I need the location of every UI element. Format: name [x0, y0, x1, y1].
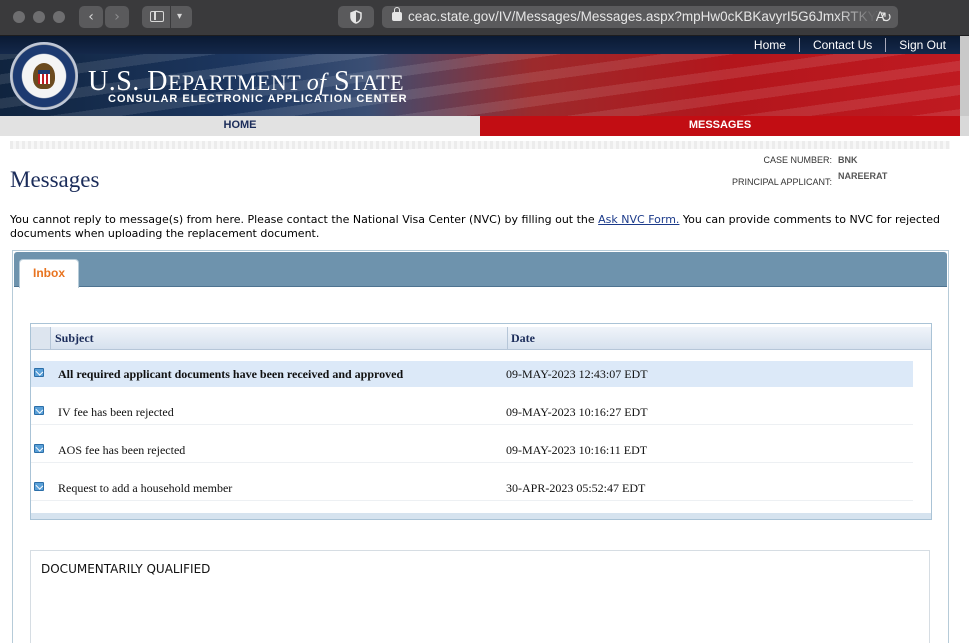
table-row[interactable]: AOS fee has been rejected 09-MAY-2023 10… — [31, 437, 913, 463]
message-date: 30-APR-2023 05:52:47 EDT — [506, 481, 646, 495]
message-subject[interactable]: Request to add a household member — [58, 481, 232, 496]
subject-column-header[interactable]: Subject — [52, 327, 508, 349]
nav-messages-tab[interactable]: MESSAGES — [480, 116, 960, 136]
utility-links: Home Contact Us Sign Out — [741, 38, 946, 52]
table-row[interactable]: All required applicant documents have be… — [31, 361, 913, 387]
envelope-icon — [34, 444, 44, 453]
message-body-text: DOCUMENTARILY QUALIFIED — [41, 562, 211, 576]
ask-nvc-form-link[interactable]: Ask NVC Form. — [598, 213, 679, 226]
messages-table: Subject Date All required applicant docu… — [30, 323, 932, 520]
minimize-window-icon[interactable] — [33, 11, 45, 23]
table-header: Subject Date — [31, 327, 931, 350]
site-banner: Home Contact Us Sign Out U.S. DEPARTMENT… — [0, 36, 969, 116]
forward-button[interactable]: › — [105, 6, 129, 28]
lock-icon — [392, 7, 402, 21]
reload-icon[interactable]: ↻ — [880, 6, 892, 28]
table-footer — [31, 513, 931, 519]
department-seal-logo — [10, 42, 78, 110]
sidebar-icon — [150, 11, 164, 22]
nav-home-tab[interactable]: HOME — [0, 116, 480, 136]
envelope-icon — [34, 482, 44, 491]
message-date: 09-MAY-2023 10:16:27 EDT — [506, 405, 648, 419]
message-body: DOCUMENTARILY QUALIFIED — [30, 550, 930, 643]
url-text: ceac.state.gov/IV/Messages/Messages.aspx… — [408, 9, 885, 24]
principal-applicant-label: PRINCIPAL APPLICANT: — [731, 177, 832, 187]
date-column-header[interactable]: Date — [509, 327, 929, 349]
chevron-down-icon[interactable]: ▾ — [170, 6, 188, 28]
privacy-report-button[interactable] — [338, 6, 374, 28]
divider — [10, 141, 950, 149]
main-nav: HOME MESSAGES — [0, 116, 960, 136]
panel-tabstrip: Inbox — [14, 252, 947, 288]
envelope-icon — [34, 368, 44, 377]
tab-inbox[interactable]: Inbox — [19, 259, 79, 288]
message-date: 09-MAY-2023 12:43:07 EDT — [506, 367, 648, 381]
sidebar-toggle-button[interactable]: ▾ — [142, 6, 192, 28]
contact-us-link[interactable]: Contact Us — [798, 38, 885, 52]
close-window-icon[interactable] — [13, 11, 25, 23]
notice-text: You cannot reply to message(s) from here… — [10, 213, 941, 240]
message-subject[interactable]: IV fee has been rejected — [58, 405, 174, 420]
home-link[interactable]: Home — [741, 38, 799, 52]
message-subject[interactable]: All required applicant documents have be… — [58, 367, 403, 382]
utility-bar: Home Contact Us Sign Out — [0, 36, 969, 54]
case-number-value: BNK — [838, 155, 858, 165]
table-row[interactable]: IV fee has been rejected 09-MAY-2023 10:… — [31, 399, 913, 425]
browser-toolbar: ‹ › ▾ ceac.state.gov/IV/Messages/Message… — [0, 0, 969, 36]
shield-icon — [350, 10, 362, 24]
page-title: Messages — [10, 167, 100, 192]
address-bar[interactable]: ceac.state.gov/IV/Messages/Messages.aspx… — [382, 6, 898, 28]
zoom-window-icon[interactable] — [53, 11, 65, 23]
envelope-icon — [34, 406, 44, 415]
case-number-label: CASE NUMBER: — [763, 155, 832, 165]
sign-out-link[interactable]: Sign Out — [885, 38, 946, 52]
department-subtitle: CONSULAR ELECTRONIC APPLICATION CENTER — [108, 93, 408, 105]
principal-applicant-value: NAREERAT — [838, 171, 888, 181]
message-subject[interactable]: AOS fee has been rejected — [58, 443, 185, 458]
message-date: 09-MAY-2023 10:16:11 EDT — [506, 443, 648, 457]
table-row[interactable]: Request to add a household member 30-APR… — [31, 475, 913, 501]
back-button[interactable]: ‹ — [79, 6, 103, 28]
